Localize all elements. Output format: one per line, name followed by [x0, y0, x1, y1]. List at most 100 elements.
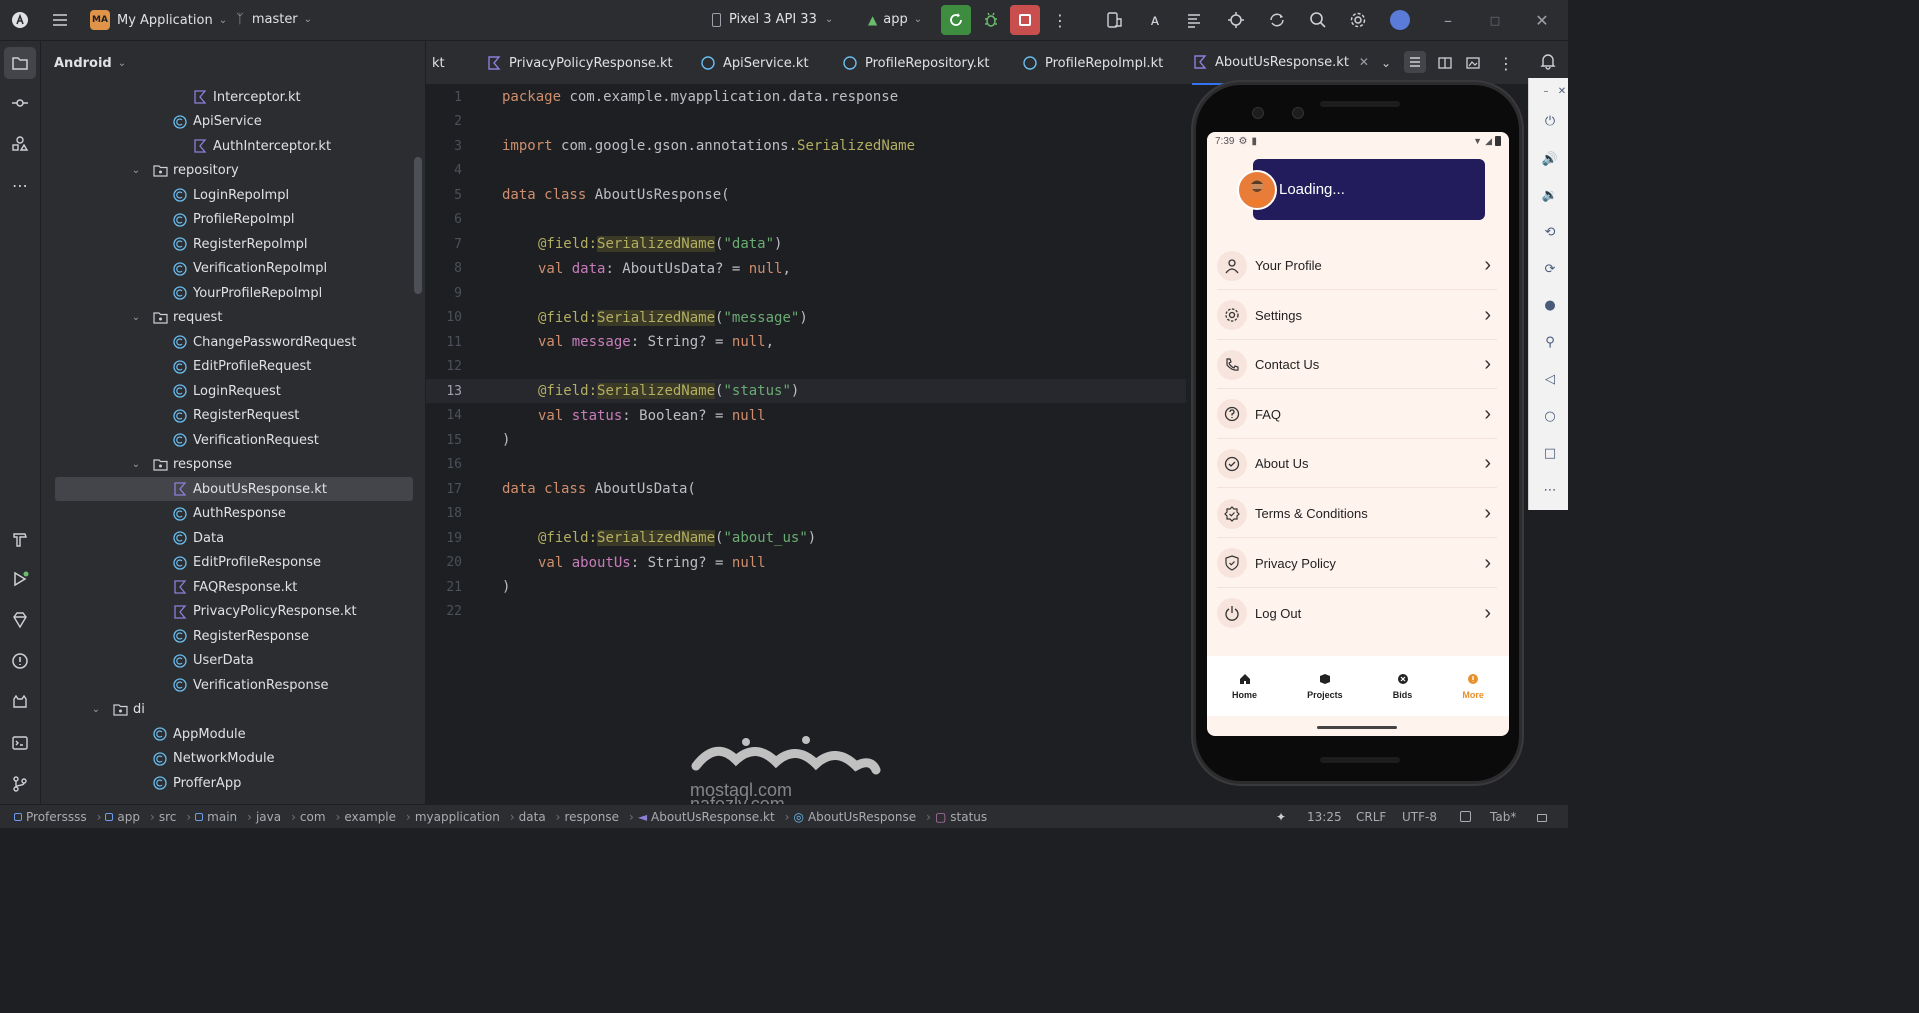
more-actions-icon[interactable]: ⋮	[1044, 4, 1076, 36]
zoom-icon[interactable]: ⚲	[1541, 333, 1559, 351]
tree-item[interactable]: AboutUsResponse.kt	[55, 477, 413, 501]
volume-up-icon[interactable]: 🔊	[1541, 150, 1559, 168]
editor-tab-active[interactable]: AboutUsResponse.kt ✕	[1192, 41, 1373, 85]
readonly-toggle-icon[interactable]	[1460, 811, 1471, 822]
breadcrumb-item[interactable]: ▢ status	[935, 810, 987, 824]
tree-item[interactable]: AuthInterceptor.kt	[192, 134, 331, 158]
tree-folder-repository[interactable]: ⌄ repository	[132, 159, 239, 183]
breadcrumb-item[interactable]: Proferssss	[14, 810, 87, 824]
run-tool-icon[interactable]	[4, 563, 36, 595]
build-list-icon[interactable]	[1179, 4, 1211, 36]
tree-item[interactable]: AuthResponse	[172, 502, 286, 526]
profile-card[interactable]: Loading...	[1253, 159, 1485, 220]
tree-item[interactable]: ProfferApp	[152, 771, 241, 795]
settings-gear-icon[interactable]	[1342, 4, 1374, 36]
tree-item[interactable]: LoginRepoImpl	[172, 183, 289, 207]
device-manager-icon[interactable]	[1098, 4, 1130, 36]
notifications-bell-icon[interactable]	[1532, 45, 1564, 77]
more-options-icon[interactable]: ⋯	[1541, 481, 1559, 499]
tree-item[interactable]: EditProfileRequest	[172, 355, 311, 379]
rotate-left-icon[interactable]: ⟲	[1541, 223, 1559, 241]
sdk-manager-icon[interactable]	[1220, 4, 1252, 36]
back-icon[interactable]: ◁	[1541, 370, 1559, 388]
tree-item[interactable]: Data	[172, 526, 224, 550]
tree-folder-di[interactable]: ⌄ di	[92, 698, 145, 722]
overview-square-icon[interactable]: □	[1541, 444, 1559, 462]
tree-item[interactable]: YourProfileRepoImpl	[172, 281, 322, 305]
menu-item-about-us[interactable]: About Us ›	[1217, 440, 1497, 489]
split-view-icon[interactable]	[1434, 41, 1456, 85]
maximize-window-icon[interactable]: □	[1479, 4, 1511, 36]
nav-more[interactable]: More	[1462, 673, 1484, 700]
close-window-icon[interactable]: ✕	[1526, 4, 1558, 36]
translate-icon[interactable]: ᴀ	[1139, 4, 1171, 36]
line-separator[interactable]: CRLF	[1356, 810, 1386, 824]
tree-item[interactable]: VerificationRepoImpl	[172, 257, 327, 281]
chevron-down-icon[interactable]: ⌄	[130, 312, 142, 324]
breadcrumb-item[interactable]: java	[256, 810, 281, 824]
gem-icon[interactable]	[4, 604, 36, 636]
volume-down-icon[interactable]: 🔉	[1541, 186, 1559, 204]
menu-item-contact-us[interactable]: Contact Us ›	[1217, 341, 1497, 390]
ai-assistant-icon[interactable]: ✦	[1276, 810, 1286, 824]
rotate-right-icon[interactable]: ⟳	[1541, 260, 1559, 278]
tree-item[interactable]: ApiService	[172, 110, 262, 134]
home-circle-icon[interactable]: ○	[1541, 407, 1559, 425]
problems-icon[interactable]	[4, 645, 36, 677]
menu-item-your-profile[interactable]: Your Profile ›	[1217, 242, 1497, 290]
tree-item[interactable]: EditProfileResponse	[172, 551, 321, 575]
breadcrumb-item[interactable]: myapplication	[415, 810, 500, 824]
editor-more-icon[interactable]: ⋮	[1498, 41, 1514, 85]
nav-home[interactable]: Home	[1232, 673, 1257, 700]
app-logo-icon[interactable]	[4, 4, 36, 36]
gesture-home-bar[interactable]	[1317, 726, 1397, 729]
tree-item[interactable]: VerificationResponse	[172, 673, 328, 697]
breadcrumb-item[interactable]: com	[300, 810, 326, 824]
project-view-selector[interactable]: Android ⌄	[41, 41, 425, 85]
tree-item[interactable]: RegisterRequest	[172, 404, 299, 428]
search-icon[interactable]	[1302, 4, 1334, 36]
menu-item-terms-conditions[interactable]: Terms & Conditions ›	[1217, 490, 1497, 538]
tree-item[interactable]: RegisterRepoImpl	[172, 232, 308, 256]
breadcrumb-item[interactable]: src	[159, 810, 177, 824]
run-config-selector[interactable]: ▲ app ⌄	[868, 12, 922, 27]
tree-item[interactable]: Interceptor.kt	[192, 85, 301, 109]
editor-tab[interactable]: kt	[432, 41, 445, 85]
menu-item-privacy-policy[interactable]: Privacy Policy ›	[1217, 540, 1497, 588]
chevron-down-icon[interactable]: ⌄	[90, 704, 102, 716]
menu-item-faq[interactable]: FAQ ›	[1217, 391, 1497, 439]
branch-selector[interactable]: ᛉ master ⌄	[236, 12, 312, 27]
lock-icon[interactable]	[1537, 814, 1547, 822]
code-editor[interactable]: 1 package com.example.myapplication.data.…	[426, 85, 1186, 804]
tree-folder-request[interactable]: ⌄ request	[132, 306, 223, 330]
chevron-down-icon[interactable]: ⌄	[130, 165, 142, 177]
more-tools-icon[interactable]: ⋯	[4, 169, 36, 201]
project-folder-icon[interactable]	[4, 47, 36, 79]
account-avatar-icon[interactable]	[1384, 4, 1416, 36]
tab-overflow-button[interactable]: ⌄	[1381, 41, 1391, 85]
breadcrumb-item[interactable]: main	[195, 810, 237, 824]
breadcrumb-item[interactable]: app	[105, 810, 140, 824]
screenshot-camera-icon[interactable]: ●	[1541, 296, 1559, 314]
menu-item-settings[interactable]: Settings ›	[1217, 292, 1497, 340]
tree-item[interactable]: FAQResponse.kt	[172, 575, 297, 599]
resource-manager-icon[interactable]	[4, 128, 36, 160]
stop-button[interactable]	[1010, 5, 1040, 35]
breadcrumb-item[interactable]: data	[519, 810, 546, 824]
main-menu-icon[interactable]	[44, 4, 76, 36]
tree-folder-response[interactable]: ⌄ response	[132, 453, 232, 477]
emulator-screen[interactable]: 7:39 ⚙ ▮ ▼ ◢ Loading... Your Profile › Set…	[1207, 132, 1509, 736]
file-encoding[interactable]: UTF-8	[1402, 810, 1437, 824]
tree-item[interactable]: LoginRequest	[172, 379, 281, 403]
nav-bids[interactable]: Bids	[1393, 673, 1412, 700]
sync-gradle-icon[interactable]	[1261, 4, 1293, 36]
commit-icon[interactable]	[4, 87, 36, 119]
project-scrollbar[interactable]	[414, 157, 422, 294]
build-hammer-icon[interactable]	[4, 523, 36, 555]
debug-icon[interactable]	[975, 4, 1007, 36]
code-view-icon[interactable]	[1404, 51, 1426, 73]
editor-tab[interactable]: ProfileRepoImpl.kt	[1022, 41, 1163, 85]
logcat-icon[interactable]	[4, 686, 36, 718]
caret-position[interactable]: 13:25	[1307, 810, 1342, 824]
project-selector[interactable]: MA My Application ⌄	[90, 10, 227, 30]
